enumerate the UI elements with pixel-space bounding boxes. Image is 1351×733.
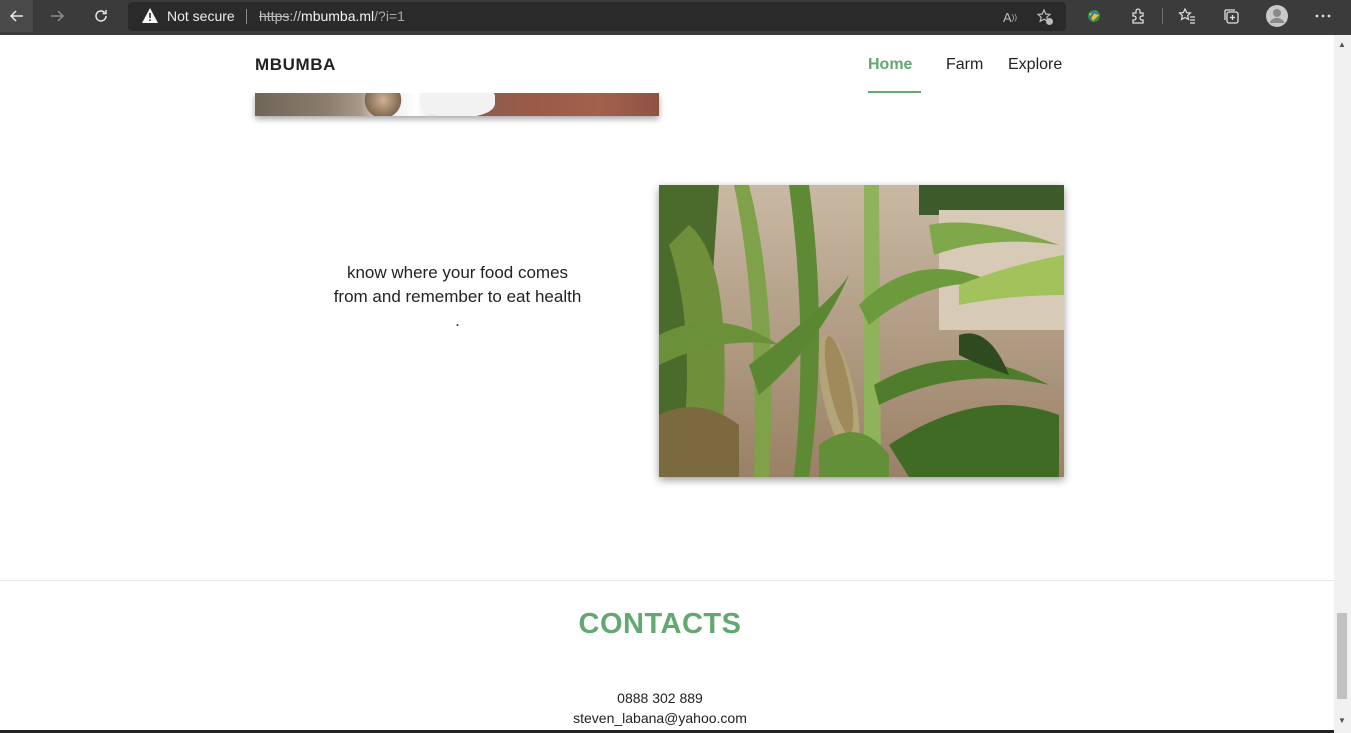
nav-link-farm[interactable]: Farm (946, 56, 983, 74)
extension-globe-icon[interactable] (1081, 4, 1107, 28)
read-aloud-icon[interactable]: A)) (999, 6, 1021, 28)
reload-icon (95, 10, 107, 22)
browser-toolbar: Not secure https://mbumba.ml/?i=1 A)) (0, 0, 1351, 35)
active-nav-indicator (868, 91, 921, 93)
url-scheme: https (259, 8, 290, 24)
site-brand[interactable]: MBUMBA (255, 55, 336, 75)
corn-field-photo (659, 185, 1064, 477)
scrollbar-thumb[interactable] (1337, 613, 1347, 699)
url-path: /?i=1 (374, 8, 405, 24)
url-separator: :// (289, 8, 302, 24)
url-host: mbumba.ml (301, 8, 375, 24)
favorite-star-add-icon[interactable] (1034, 6, 1056, 28)
address-bar[interactable]: Not secure https://mbumba.ml/?i=1 A)) (128, 2, 1066, 31)
warning-icon (141, 7, 159, 29)
tagline-text: know where your food comes from and reme… (333, 263, 582, 330)
animal-photo (255, 93, 659, 116)
extensions-puzzle-icon[interactable] (1125, 4, 1151, 28)
divider (246, 9, 247, 24)
photo-detail (363, 93, 403, 116)
site-navbar: MBUMBA Home Farm Explore (0, 35, 1334, 93)
arrow-right-icon (51, 10, 65, 22)
nav-link-home[interactable]: Home (868, 56, 912, 74)
web-page: MBUMBA Home Farm Explore know where your… (0, 35, 1334, 733)
contact-email[interactable]: steven_labana@yahoo.com (0, 710, 1320, 726)
forward-button[interactable] (40, 0, 74, 32)
back-button[interactable] (0, 0, 33, 32)
toolbar-divider (1162, 8, 1163, 24)
security-label[interactable]: Not secure (167, 8, 235, 24)
corn-illustration (659, 185, 1064, 477)
collections-icon[interactable] (1218, 4, 1244, 28)
favorites-icon[interactable] (1174, 4, 1200, 28)
scroll-up-icon[interactable]: ▲ (1338, 40, 1346, 49)
section-divider (0, 580, 1334, 581)
reload-button[interactable] (84, 0, 118, 32)
vertical-scrollbar[interactable]: ▲ ▼ (1334, 35, 1351, 733)
arrow-left-icon (9, 10, 23, 22)
contacts-heading: CONTACTS (578, 608, 742, 640)
more-menu-icon[interactable] (1310, 4, 1336, 28)
profile-avatar-icon[interactable] (1264, 4, 1290, 28)
url-text[interactable]: https://mbumba.ml/?i=1 (259, 8, 405, 24)
photo-detail (420, 93, 495, 116)
contact-phone[interactable]: 0888 302 889 (0, 690, 1320, 706)
scroll-down-icon[interactable]: ▼ (1338, 716, 1346, 725)
nav-link-explore[interactable]: Explore (1008, 56, 1062, 74)
